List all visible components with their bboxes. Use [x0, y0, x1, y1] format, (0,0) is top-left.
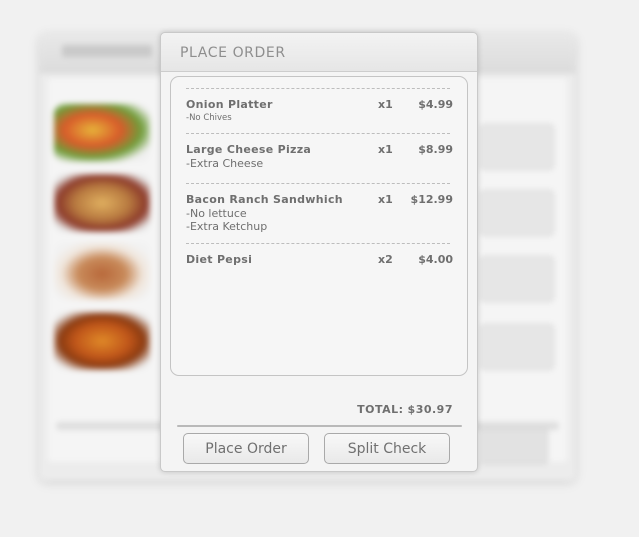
- background-menu-control: [480, 256, 554, 302]
- item-price: $8.99: [418, 143, 453, 156]
- order-item[interactable]: Large Cheese Pizza x1 $8.99 -Extra Chees…: [186, 133, 453, 170]
- background-header-label: [62, 45, 152, 57]
- item-quantity: x1: [378, 98, 393, 111]
- order-item[interactable]: Onion Platter x1 $4.99 -No Chives: [186, 88, 453, 123]
- food-image-sandwich: [54, 174, 150, 232]
- item-modifier: -Extra Ketchup: [186, 220, 268, 233]
- background-menu-control: [480, 124, 554, 170]
- item-name: Bacon Ranch Sandwhich: [186, 193, 343, 206]
- item-price: $4.99: [418, 98, 453, 111]
- item-name: Large Cheese Pizza: [186, 143, 312, 156]
- split-check-button[interactable]: Split Check: [324, 433, 450, 464]
- dialog-title: PLACE ORDER: [180, 45, 286, 61]
- item-modifiers: -Extra Cheese: [186, 157, 263, 170]
- item-modifiers: -No lettuce -Extra Ketchup: [186, 207, 267, 233]
- order-total: TOTAL: $30.97: [353, 403, 453, 416]
- item-modifiers: -No Chives: [186, 112, 232, 125]
- place-order-dialog: PLACE ORDER Onion Platter x1 $4.99 -No C…: [160, 32, 478, 472]
- item-quantity: x2: [378, 253, 393, 266]
- item-price: $4.00: [418, 253, 453, 266]
- food-image-fries: [54, 312, 150, 370]
- item-quantity: x1: [378, 143, 393, 156]
- total-label: TOTAL:: [357, 403, 404, 416]
- item-modifier: -Extra Cheese: [186, 157, 264, 170]
- background-menu-control: [480, 324, 554, 370]
- item-name: Onion Platter: [186, 98, 273, 111]
- item-quantity: x1: [378, 193, 393, 206]
- food-image-pizza: [54, 242, 150, 300]
- background-footer-button: [480, 428, 548, 464]
- order-item[interactable]: Bacon Ranch Sandwhich x1 $12.99 -No lett…: [186, 183, 453, 233]
- total-value: $30.97: [407, 403, 453, 416]
- background-menu-control: [480, 190, 554, 236]
- order-item[interactable]: Diet Pepsi x2 $4.00: [186, 243, 453, 266]
- food-image-onion-platter: [54, 104, 150, 162]
- item-modifier: -No lettuce: [186, 207, 247, 220]
- item-name: Diet Pepsi: [186, 253, 253, 266]
- item-price: $12.99: [410, 193, 453, 206]
- divider: [177, 425, 462, 427]
- dialog-header: PLACE ORDER: [161, 33, 477, 72]
- place-order-button[interactable]: Place Order: [183, 433, 309, 464]
- order-items-list: Onion Platter x1 $4.99 -No Chives Large …: [170, 76, 468, 376]
- item-modifier: -No Chives: [186, 113, 232, 123]
